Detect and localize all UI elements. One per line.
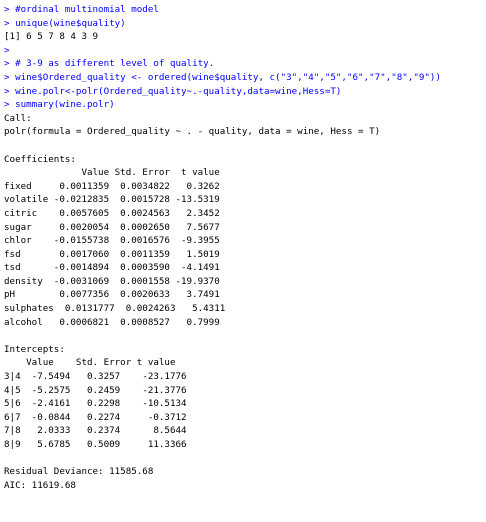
intercept-row: 7|8 2.0333 0.2374 8.5644 [4,425,187,437]
console-line-output: Call: [4,112,32,124]
intercept-row: 5|6 -2.4161 0.2298 -10.5134 [4,398,187,410]
console-line-output: Intercepts: [4,343,65,355]
console-line-output: [1] 6 5 7 8 4 3 9 [4,31,99,43]
console-line-prompt: > [4,44,10,56]
console-line-output: polr(formula = Ordered_quality ~ . - qua… [4,126,381,138]
residual-deviance-line: Residual Deviance: 11585.68 [4,466,154,478]
coefficient-row: sugar 0.0020054 0.0002650 7.5677 [4,221,220,233]
intercept-row: 4|5 -5.2575 0.2459 -21.3776 [4,384,187,396]
coefficients-header-row: Value Std. Error t value [4,167,220,179]
console-line-command: > unique(wine$quality) [4,17,126,29]
console-line-command: > summary(wine.polr) [4,99,115,111]
intercepts-header-row: Value Std. Error t value [4,357,176,369]
coefficient-row: volatile -0.0212835 0.0015728 -13.5319 [4,194,220,206]
console-line-command: > wine$Ordered_quality <- ordered(wine$q… [4,71,441,83]
intercept-row: 6|7 -0.0844 0.2274 -0.3712 [4,411,187,423]
coefficient-row: chlor -0.0155738 0.0016576 -9.3955 [4,235,220,247]
coefficient-row: tsd -0.0014894 0.0003590 -4.1491 [4,262,220,274]
coefficient-row: pH 0.0077356 0.0020633 3.7491 [4,289,220,301]
console-line-output: Coefficients: [4,153,76,165]
coefficient-row: sulphates 0.0131777 0.0024263 5.4311 [4,303,226,315]
console-line-command: > #ordinal multinomial model [4,4,159,15]
coefficient-row: alcohol 0.0006821 0.0008527 0.7999 [4,316,220,328]
r-console-output: > #ordinal multinomial model > unique(wi… [0,0,486,522]
console-line-command: > wine.polr<-polr(Ordered_quality~.-qual… [4,85,342,97]
intercept-row: 8|9 5.6785 0.5009 11.3366 [4,439,187,450]
coefficient-row: density -0.0031069 0.0001558 -19.9370 [4,275,220,287]
coefficient-row: citric 0.0057605 0.0024563 2.3452 [4,207,220,219]
intercept-row: 3|4 -7.5494 0.3257 -23.1776 [4,371,187,383]
coefficient-row: fsd 0.0017060 0.0011359 1.5019 [4,248,220,260]
console-line-command: > # 3-9 as different level of quality. [4,58,215,70]
coefficient-row: fixed 0.0011359 0.0034822 0.3262 [4,180,220,192]
aic-line: AIC: 11619.68 [4,479,76,491]
